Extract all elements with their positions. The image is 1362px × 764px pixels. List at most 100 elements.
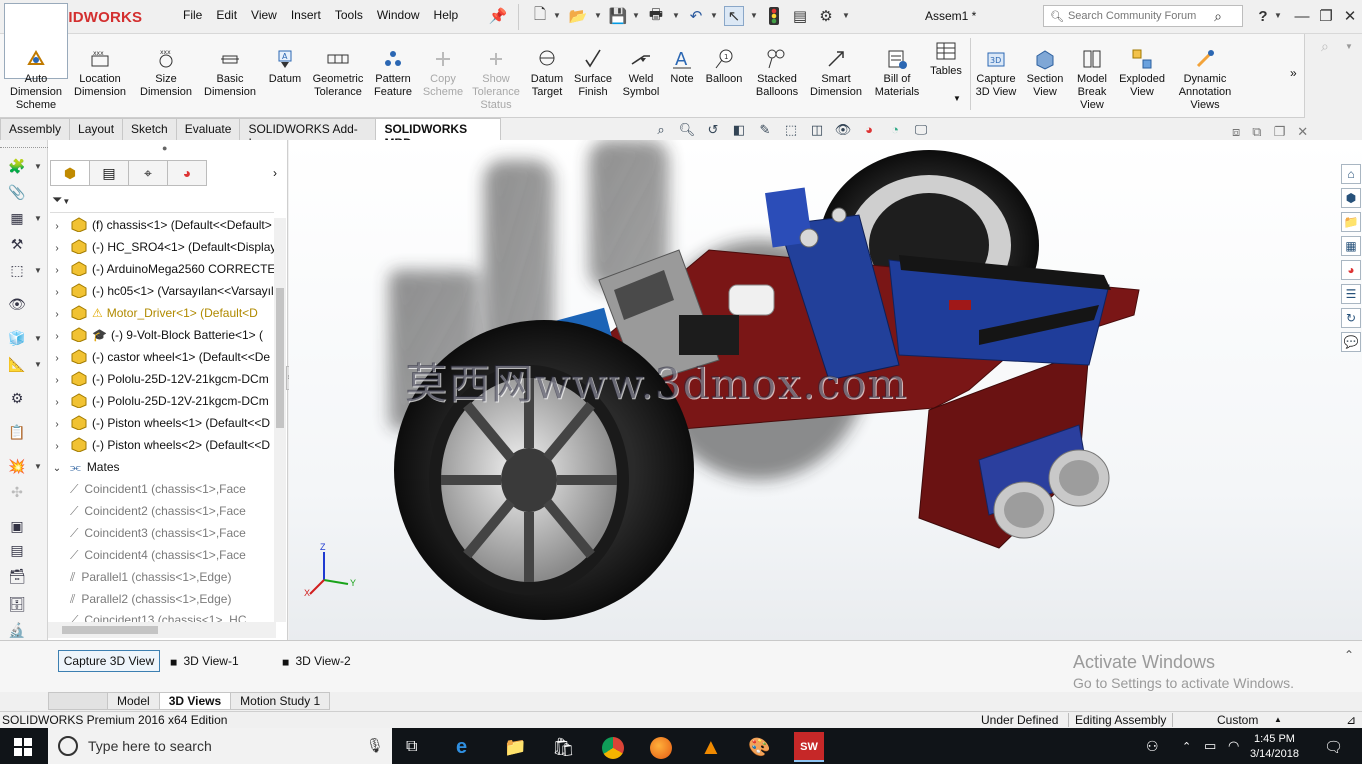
paint-icon[interactable]: 🎨 <box>748 737 770 758</box>
tab-solidworks-add-ins[interactable]: SOLIDWORKS Add-Ins <box>239 118 377 150</box>
scrollbar-thumb[interactable] <box>276 288 284 428</box>
tree-item-9v-battery[interactable]: › 🎓 (-) 9-Volt-Block Batterie<1> ( <box>50 324 274 346</box>
expand-icon[interactable]: › <box>50 282 64 302</box>
tree-item-mate[interactable]: ⟋ Coincident3 (chassis<1>,Face <box>50 522 274 544</box>
file-explorer-icon[interactable]: 📁 <box>504 737 526 758</box>
tab-evaluate[interactable]: Evaluate <box>175 118 241 140</box>
file-explorer-icon[interactable]: 📁 <box>1341 212 1361 232</box>
hide-show-items-icon[interactable]: 👁 <box>832 122 854 140</box>
view-settings-icon[interactable]: 🖵 <box>910 122 932 140</box>
solidworks-taskbar-icon[interactable]: SW <box>794 732 824 762</box>
tab-motion-study[interactable]: Motion Study 1 <box>230 692 331 710</box>
basic-dimension-button[interactable]: Basic Dimension <box>202 48 258 99</box>
model-break-view-button[interactable]: Model Break View <box>1070 48 1114 112</box>
chevron-down-icon[interactable]: ▼ <box>926 92 966 105</box>
system-clock[interactable]: 1:45 PM 3/14/2018 <box>1250 732 1299 762</box>
tree-item-hc05[interactable]: › (-) hc05<1> (Varsayılan<<Varsayıl <box>50 280 274 302</box>
weld-symbol-button[interactable]: Weld Symbol <box>618 48 664 99</box>
chevron-up-icon[interactable]: ▲ <box>1274 715 1282 724</box>
vlc-icon[interactable]: ▲ <box>700 734 722 760</box>
microphone-icon[interactable]: 🎙 <box>366 737 384 754</box>
show-hidden-components-icon[interactable]: 👁 <box>6 296 28 314</box>
zoom-to-fit-icon[interactable]: ⌕ <box>650 122 672 140</box>
expand-icon[interactable]: › <box>50 348 64 368</box>
balloon-button[interactable]: 1 Balloon <box>702 48 746 86</box>
chevron-down-icon[interactable]: ▼ <box>750 11 758 20</box>
auto-dimension-scheme-label[interactable]: Auto Dimension Scheme <box>6 48 66 112</box>
traffic-light-icon[interactable] <box>764 6 784 26</box>
firefox-icon[interactable] <box>650 737 672 759</box>
previous-view-icon[interactable]: ↺ <box>702 122 724 140</box>
smart-fasteners-icon[interactable]: ⚒ <box>6 236 28 254</box>
chevron-down-icon[interactable]: ▼ <box>34 334 42 343</box>
scrollbar-thumb[interactable] <box>62 626 158 634</box>
geometric-tolerance-button[interactable]: Geometric Tolerance <box>310 48 366 99</box>
collapse-icon[interactable]: ⌄ <box>50 458 64 478</box>
chevron-down-icon[interactable]: ▼ <box>34 162 42 171</box>
location-dimension-button[interactable]: xxx Location Dimension <box>72 48 128 99</box>
chevron-down-icon[interactable]: ▼ <box>632 11 640 20</box>
collapse-handle[interactable]: ● <box>162 143 167 153</box>
collapse-panel-icon[interactable]: ⌃ <box>1344 648 1354 662</box>
chevron-right-icon[interactable]: › <box>273 166 277 180</box>
tree-item-mate[interactable]: ⟋ Coincident2 (chassis<1>,Face <box>50 500 274 522</box>
tree-item-mates[interactable]: ⌄ ⫘ Mates <box>50 456 274 478</box>
solidworks-resources-icon[interactable]: ⌂ <box>1341 164 1361 184</box>
apply-scene-icon[interactable]: ◔ <box>884 122 906 140</box>
assembly-xpert-icon[interactable]: 🔬 <box>6 622 28 640</box>
search-icon[interactable]: ⌕ <box>1321 38 1329 55</box>
surface-finish-button[interactable]: Surface Finish <box>570 48 616 99</box>
expand-icon[interactable]: › <box>50 414 64 434</box>
mate-paperclip-icon[interactable]: 📎 <box>6 184 28 202</box>
3d-views-comment-icon[interactable]: 💬 <box>1341 332 1361 352</box>
reference-geometry-icon[interactable]: 📐 <box>6 356 28 374</box>
dynamic-annotation-views-button[interactable]: Dynamic Annotation Views <box>1172 48 1238 112</box>
menu-insert[interactable]: Insert <box>284 8 328 22</box>
feature-manager-tree-tab[interactable]: ⬢ <box>50 160 90 186</box>
chevron-down-icon[interactable]: ▼ <box>34 214 42 223</box>
tree-horizontal-scrollbar[interactable] <box>48 622 276 638</box>
configuration-manager-tab[interactable]: ⌖ <box>128 160 168 186</box>
chrome-icon[interactable] <box>602 737 624 759</box>
magnifier-icon[interactable]: ⌕ <box>1214 8 1222 25</box>
battery-icon[interactable]: ▭ <box>1204 738 1216 754</box>
dynamic-annotation-icon[interactable]: ✎ <box>754 122 776 140</box>
tree-item-hc-sro4[interactable]: › (-) HC_SRO4<1> (Default<Display <box>50 236 274 258</box>
stacked-balloons-button[interactable]: Stacked Balloons <box>752 48 802 99</box>
chevron-down-icon[interactable]: ▼ <box>34 360 42 369</box>
size-dimension-button[interactable]: xxx Size Dimension <box>138 48 194 99</box>
new-document-icon[interactable]: 🗋 <box>530 6 550 26</box>
pin-icon[interactable]: 📌 <box>488 6 508 26</box>
exploded-view-icon[interactable]: 💥 <box>6 458 28 476</box>
expand-icon[interactable]: › <box>50 238 64 258</box>
tab-sketch[interactable]: Sketch <box>122 118 177 140</box>
datum-target-button[interactable]: Datum Target <box>524 48 570 99</box>
expand-icon[interactable]: › <box>50 436 64 456</box>
zoom-to-area-icon[interactable]: 🔍︎ <box>676 122 698 140</box>
restore-icon[interactable]: ❐ <box>1274 124 1286 140</box>
expand-icon[interactable]: › <box>50 370 64 390</box>
section-view-icon[interactable]: ◧ <box>728 122 750 140</box>
assembly-features-icon[interactable]: 🧊 <box>6 330 28 348</box>
tree-item-mate[interactable]: ⟋ Coincident4 (chassis<1>,Face <box>50 544 274 566</box>
taskbar-search-input[interactable]: Type here to search 🎙 <box>48 728 392 764</box>
expand-icon[interactable]: › <box>50 260 64 280</box>
chevron-down-icon[interactable]: ▼ <box>1274 11 1282 20</box>
large-design-review-icon[interactable]: 🗄 <box>6 596 28 614</box>
expand-icon[interactable]: › <box>50 304 64 324</box>
open-folder-icon[interactable]: 📂 <box>568 6 588 26</box>
instant3d-icon[interactable]: ✣ <box>6 484 28 502</box>
tree-item-pololu-motor-2[interactable]: › (-) Pololu-25D-12V-21kgcm-DCm <box>50 390 274 412</box>
tab-3d-views[interactable]: 3D Views <box>158 692 232 710</box>
edge-browser-icon[interactable]: e <box>456 736 467 759</box>
bill-of-materials-button[interactable]: Bill of Materials <box>868 48 926 99</box>
tree-item-castor-wheel[interactable]: › (-) castor wheel<1> (Default<<De <box>50 346 274 368</box>
update-speedpak-icon[interactable]: ▣ <box>6 518 28 536</box>
menu-file[interactable]: File <box>176 8 209 22</box>
restore-icon[interactable]: ❐ <box>1316 6 1336 26</box>
tree-item-motor-driver[interactable]: › ⚠ Motor_Driver<1> (Default<D <box>50 302 274 324</box>
component-pattern-icon[interactable]: ▦ <box>6 210 28 228</box>
chevron-right-double-icon[interactable]: » <box>1290 66 1297 80</box>
chevron-down-icon[interactable]: ▼ <box>842 11 850 20</box>
tree-item-pololu-motor-1[interactable]: › (-) Pololu-25D-12V-21kgcm-DCm <box>50 368 274 390</box>
